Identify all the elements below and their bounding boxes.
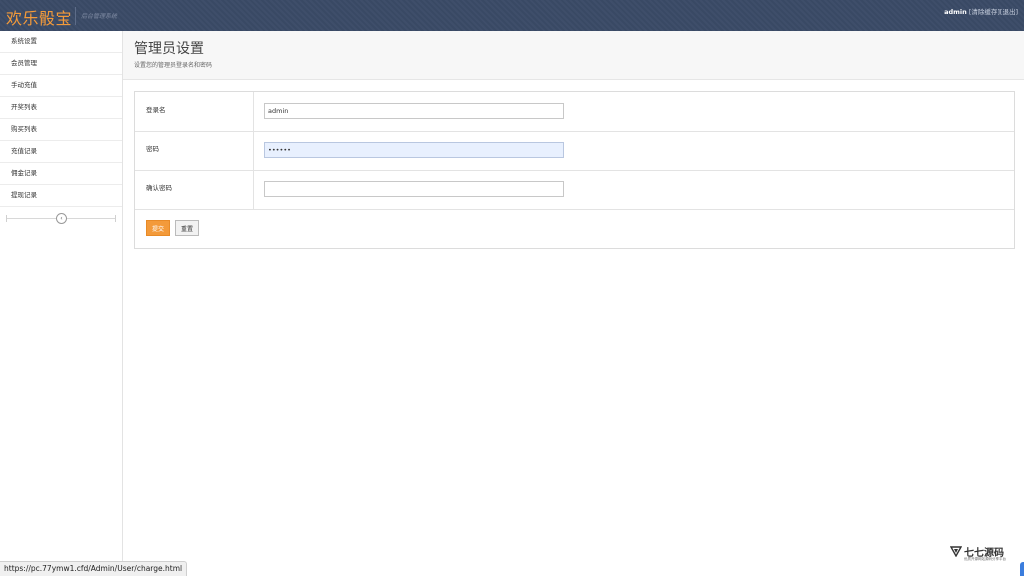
- sidebar-item-members[interactable]: 会员管理: [0, 53, 122, 75]
- chevron-left-icon[interactable]: ‹: [56, 213, 67, 224]
- page-title: 管理员设置: [134, 41, 204, 57]
- page-header: 管理员设置 设置您的管理员登录名和密码: [123, 31, 1024, 80]
- sidebar-item-system-settings[interactable]: 系统设置: [0, 31, 122, 53]
- login-name-label: 登录名: [146, 106, 166, 114]
- user-area: admin [清除缓存][退出]: [944, 6, 1018, 16]
- form-row-login: 登录名: [135, 92, 1014, 132]
- login-name-input[interactable]: [264, 103, 564, 119]
- sidebar-item-purchase-list[interactable]: 购买列表: [0, 119, 122, 141]
- username: admin: [944, 8, 967, 16]
- collapse-edge-right: [115, 215, 116, 222]
- confirm-password-input[interactable]: [264, 181, 564, 197]
- label-column-divider: [253, 92, 254, 131]
- admin-settings-form: 登录名 密码 确认密码 提交 重置: [134, 91, 1015, 249]
- logo-divider: [75, 7, 76, 25]
- watermark-logo: 七七源码 优质开源网站源码分享平台: [950, 544, 1006, 566]
- label-column-divider: [253, 170, 254, 209]
- logout-link[interactable]: [退出]: [1000, 8, 1018, 16]
- reset-button[interactable]: 重置: [175, 220, 199, 236]
- collapse-edge-left: [6, 215, 7, 222]
- submit-button[interactable]: 提交: [146, 220, 170, 236]
- form-row-password: 密码: [135, 131, 1014, 171]
- watermark-subtext: 优质开源网站源码分享平台: [964, 557, 1006, 561]
- sidebar-item-manual-recharge[interactable]: 手动充值: [0, 75, 122, 97]
- sidebar-item-commission-records[interactable]: 佣金记录: [0, 163, 122, 185]
- top-header: 欢乐骰宝 后台管理系统 admin [清除缓存][退出]: [0, 0, 1024, 31]
- sidebar-collapse-row: ‹: [0, 211, 122, 227]
- watermark-icon: [950, 546, 962, 557]
- corner-accent: [1020, 562, 1024, 576]
- app-subtitle: 后台管理系统: [81, 13, 118, 20]
- status-bar-url: https://pc.77ymw1.cfd/Admin/User/charge.…: [0, 561, 188, 576]
- page-description: 设置您的管理员登录名和密码: [134, 62, 213, 69]
- app-logo[interactable]: 欢乐骰宝: [6, 5, 72, 29]
- label-column-divider: [253, 131, 254, 170]
- password-input[interactable]: [264, 142, 564, 158]
- sidebar-item-withdraw-records[interactable]: 提现记录: [0, 185, 122, 207]
- clear-cache-link[interactable]: [清除缓存]: [969, 8, 1000, 16]
- sidebar: 系统设置 会员管理 手动充值 开奖列表 购买列表 充值记录 佣金记录 提现记录 …: [0, 31, 123, 576]
- sidebar-item-draw-list[interactable]: 开奖列表: [0, 97, 122, 119]
- password-label: 密码: [146, 145, 159, 153]
- sidebar-item-recharge-records[interactable]: 充值记录: [0, 141, 122, 163]
- form-row-confirm-password: 确认密码: [135, 170, 1014, 210]
- confirm-password-label: 确认密码: [146, 184, 172, 192]
